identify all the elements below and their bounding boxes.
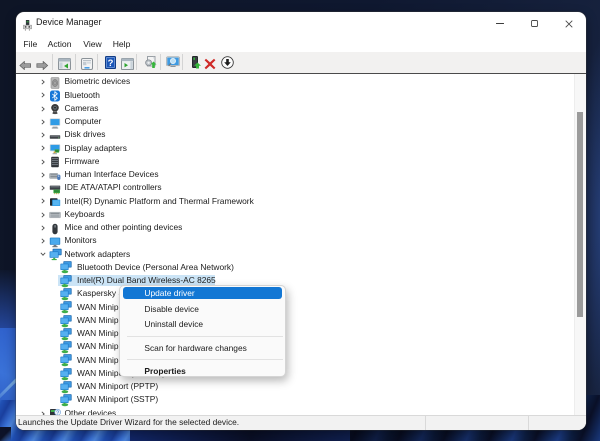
- svg-text:?: ?: [107, 58, 113, 69]
